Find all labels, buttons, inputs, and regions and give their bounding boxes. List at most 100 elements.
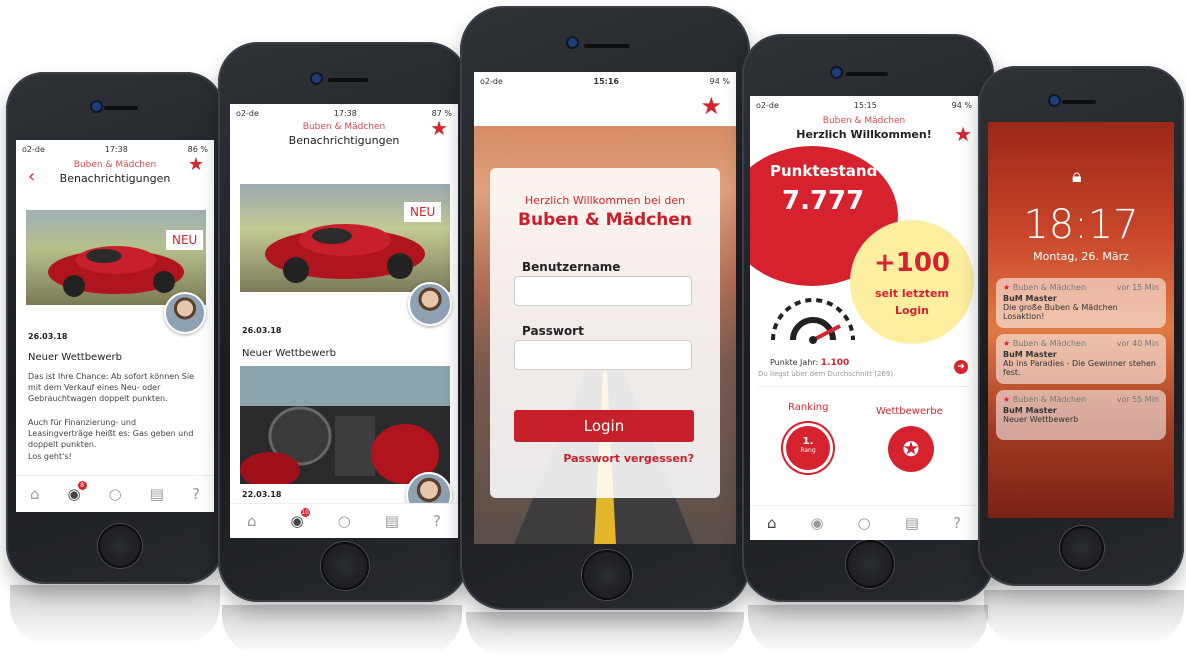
earpiece-speaker	[104, 106, 138, 110]
phone-3-screen: o2-de 15:16 94 % ★ Herzlich Willkommen b…	[474, 72, 736, 544]
tab-chat-icon[interactable]: ○	[338, 512, 351, 530]
contests-label: Wettbewerbe	[876, 406, 943, 417]
front-camera	[832, 68, 841, 77]
plus-points-caption: seit letztem Login	[875, 287, 949, 317]
tab-globe-icon[interactable]: ◉	[811, 514, 824, 532]
battery-label: 86 %	[187, 144, 208, 154]
ranking-circle[interactable]: 1. Rang	[786, 426, 830, 470]
earpiece-speaker	[1062, 100, 1096, 104]
neu-tag: NEU	[404, 202, 442, 222]
page-title: Benachrichtigungen	[59, 172, 171, 185]
notification-app-name: Buben & Mädchen	[1012, 283, 1087, 292]
tab-home-icon[interactable]: ⌂	[30, 485, 40, 503]
red-car-image	[26, 210, 206, 305]
phone-4-reflection	[748, 605, 988, 655]
post-body-1: Das ist Ihre Chance: Ab sofort können Si…	[28, 372, 195, 403]
car-interior-image	[240, 366, 450, 484]
tab-home-icon[interactable]: ⌂	[767, 514, 777, 532]
tab-chat-icon[interactable]: ○	[109, 485, 122, 503]
earpiece-speaker	[328, 78, 368, 82]
front-camera	[568, 38, 577, 47]
front-camera	[92, 102, 101, 111]
lock-date: Montag, 26. März	[1033, 250, 1129, 263]
brand-star-icon: ★	[954, 122, 972, 146]
forgot-password-link[interactable]: Passwort vergessen?	[563, 452, 694, 465]
notification-text: Neuer Wettbewerb	[1003, 415, 1079, 424]
award-ribbon-icon: ✪	[902, 437, 920, 461]
notification-time: vor 15 Min	[1116, 283, 1159, 292]
status-bar: o2-de 15:15 94 %	[750, 96, 978, 114]
phone-5: 🔒︎ 18:17 Montag, 26. März ★ Buben & Mädc…	[978, 66, 1184, 586]
tab-help-icon[interactable]: ?	[192, 485, 200, 503]
phone-1-reflection	[10, 585, 220, 645]
divider	[758, 386, 970, 387]
page-title: Herzlich Willkommen!	[796, 128, 932, 141]
tab-cart-icon[interactable]: ▤	[150, 485, 164, 503]
notification-badge: 10	[300, 508, 310, 517]
phone-1-screen: o2-de 17:38 86 % ‹ Buben & Mädchen Benac…	[16, 140, 214, 512]
brand-subtitle: Buben & Mädchen	[822, 116, 906, 126]
score-label: Punktestand	[770, 162, 878, 180]
phone-2-reflection	[222, 605, 462, 655]
tab-home-icon[interactable]: ⌂	[247, 512, 257, 530]
password-input[interactable]	[514, 340, 692, 370]
plus-points-circle: +100 seit letztem Login	[850, 220, 974, 344]
arrow-right-icon[interactable]: ➜	[954, 360, 968, 374]
notification-app: ★ Buben & Mädchen	[1003, 283, 1086, 292]
neu-tag: NEU	[166, 230, 204, 250]
red-sports-car-graphic	[48, 246, 184, 297]
password-label: Passwort	[522, 324, 584, 338]
rank-sub: Rang	[800, 447, 816, 454]
front-camera	[1050, 96, 1059, 105]
home-button[interactable]	[846, 540, 894, 588]
tab-bar: ⌂ ◉ 10 ○ ▤ ?	[230, 503, 458, 538]
tab-chat-icon[interactable]: ○	[858, 514, 871, 532]
phone-3: o2-de 15:16 94 % ★ Herzlich Willkommen b…	[460, 6, 750, 610]
status-bar: o2-de 17:38 86 %	[16, 140, 214, 158]
tab-help-icon[interactable]: ?	[433, 512, 441, 530]
post-date-2: 22.03.18	[242, 490, 282, 499]
tab-cart-icon[interactable]: ▤	[385, 512, 399, 530]
brand-star-icon: ★	[1003, 283, 1011, 292]
clock-label: 17:38	[333, 108, 357, 118]
notification-time: vor 55 Min	[1116, 395, 1159, 404]
tab-globe-icon[interactable]: ◉ 10	[291, 508, 310, 530]
brand-title: Buben & Mädchen	[518, 210, 692, 230]
phone-2-screen: o2-de 17:38 87 % Buben & Mädchen Benachr…	[230, 104, 458, 538]
post-date: 26.03.18	[28, 332, 68, 341]
notification-card[interactable]: ★ Buben & Mädchen vor 55 Min BuM Master …	[996, 390, 1166, 440]
car-interior-graphic	[240, 366, 450, 484]
year-points-row: Punkte Jahr: 1.100	[770, 358, 849, 368]
phone-3-reflection	[466, 612, 744, 657]
notification-card[interactable]: ★ Buben & Mädchen vor 15 Min BuM Master …	[996, 278, 1166, 328]
username-input[interactable]	[514, 276, 692, 306]
tab-cart-icon[interactable]: ▤	[905, 514, 919, 532]
post-date-1: 26.03.18	[242, 326, 282, 335]
earpiece-speaker	[846, 72, 888, 76]
earpiece-speaker	[584, 44, 630, 48]
login-button[interactable]: Login	[514, 410, 694, 442]
home-button[interactable]	[98, 524, 142, 568]
phone-4-screen: o2-de 15:15 94 % Buben & Mädchen Herzlic…	[750, 96, 978, 540]
average-text: Du liegst über dem Durchschnitt (269)	[758, 370, 894, 378]
clock-label: 15:15	[853, 100, 877, 110]
ranking-label: Ranking	[788, 402, 829, 413]
battery-label: 94 %	[951, 100, 972, 110]
notification-time: vor 40 Min	[1116, 339, 1159, 348]
notification-card[interactable]: ★ Buben & Mädchen vor 40 Min BuM Master …	[996, 334, 1166, 384]
home-button[interactable]	[321, 542, 369, 590]
phone-4: o2-de 15:15 94 % Buben & Mädchen Herzlic…	[742, 34, 994, 602]
home-button[interactable]	[582, 550, 632, 600]
phone-1: o2-de 17:38 86 % ‹ Buben & Mädchen Benac…	[6, 72, 224, 584]
plus-points-value: +100	[873, 248, 951, 278]
phone-2: o2-de 17:38 87 % Buben & Mädchen Benachr…	[218, 42, 468, 602]
clock-label: 17:38	[104, 144, 128, 154]
tab-help-icon[interactable]: ?	[953, 514, 961, 532]
year-points-value: 1.100	[820, 358, 850, 368]
username-label: Benutzername	[522, 260, 621, 274]
home-button[interactable]	[1060, 526, 1104, 570]
notification-sender: BuM Master	[1003, 350, 1057, 359]
contests-button[interactable]: ✪	[888, 426, 934, 472]
post-heading: Neuer Wettbewerb	[242, 348, 336, 359]
tab-globe-icon[interactable]: ◉ 8	[68, 481, 87, 503]
